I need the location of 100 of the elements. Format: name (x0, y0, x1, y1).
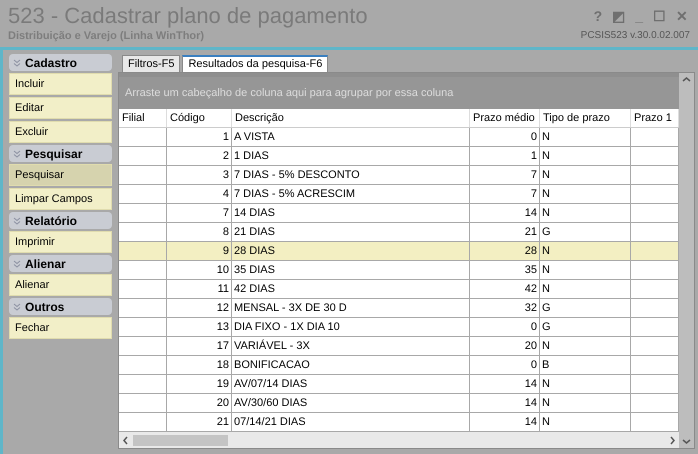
table-cell-text: 2 (222, 148, 229, 164)
table-cell-text: 8 (222, 224, 229, 240)
table-row[interactable]: 1 A VISTA 0 N (119, 128, 679, 147)
table-cell-text: 28 (524, 244, 537, 259)
sidebar-item[interactable]: Alienar (9, 274, 112, 296)
table-cell-text: 17 (216, 338, 229, 354)
tab[interactable]: Resultados da pesquisa-F6 (182, 55, 328, 72)
table-cell-text: N (542, 186, 550, 202)
table-cell-text: DIA FIXO - 1X DIA 10 (234, 320, 340, 335)
table-cell-text: 21 (216, 414, 229, 430)
table-cell-text: A VISTA (234, 130, 275, 145)
sidebar-group-title: Cadastro (25, 54, 78, 72)
scroll-right-icon[interactable] (669, 436, 676, 444)
table-cell-text: 28 DIAS (234, 244, 275, 259)
table-row[interactable]: 12 MENSAL - 3X DE 30 D 32 G (119, 299, 679, 318)
scroll-up-icon[interactable] (682, 76, 691, 83)
table-row[interactable]: 8 21 DIAS 21 G (119, 223, 679, 242)
sidebar-group-title: Outros (25, 298, 64, 316)
table-row[interactable]: 3 7 DIAS - 5% DESCONTO 7 N (119, 166, 679, 185)
tab[interactable]: Filtros-F5 (122, 55, 180, 72)
table-cell-text: 42 DIAS (234, 282, 275, 297)
table-cell-text: 14 (524, 376, 537, 392)
table-cell-text: 7 (530, 186, 537, 202)
table-row[interactable]: 4 7 DIAS - 5% ACRESCIM 7 N (119, 185, 679, 204)
table-row[interactable]: 18 BONIFICACAO 0 B (119, 356, 679, 375)
table-cell-text: 10 (216, 262, 229, 278)
horizontal-scrollbar[interactable] (119, 432, 679, 448)
table-cell-text: G (542, 320, 551, 335)
sidebar-group-header[interactable]: Outros (9, 298, 112, 315)
table-cell-text: AV/30/60 DIAS (234, 396, 308, 411)
table-cell-text: N (542, 168, 550, 183)
group-panel-hint: Arraste um cabeçalho de coluna aqui para agrupar por essa coluna (125, 86, 454, 101)
table-cell-text: 0 (530, 320, 537, 335)
table-cell-text: G (542, 224, 551, 240)
sidebar-item[interactable]: Limpar Campos (9, 188, 112, 210)
table-cell-text: 35 (524, 262, 537, 278)
scroll-left-icon[interactable] (122, 436, 129, 444)
vertical-scrollbar[interactable] (679, 73, 694, 448)
table-row[interactable]: 13 DIA FIXO - 1X DIA 10 0 G (119, 318, 679, 337)
table-cell-text: 7 (222, 206, 229, 221)
table-cell-text: 0 (530, 358, 537, 373)
column-header[interactable]: Prazo médio (470, 109, 540, 127)
table-cell-text: 20 (216, 396, 229, 411)
table-cell-text: 14 (524, 414, 537, 430)
column-header[interactable]: Descrição (232, 109, 470, 127)
table-cell-text: N (542, 262, 550, 278)
table-cell-text: G (542, 300, 551, 316)
table-cell-text: 1 (222, 130, 229, 145)
table-row[interactable]: 11 42 DIAS 42 N (119, 280, 679, 299)
sidebar-item[interactable]: Incluir (9, 73, 112, 95)
table-row[interactable]: 9 28 DIAS 28 N (119, 242, 679, 261)
sidebar-group-header[interactable]: Relatório (9, 212, 112, 229)
table-cell-text: N (542, 396, 550, 411)
table-cell-text: 21 DIAS (234, 224, 275, 240)
table-cell-text: 7 DIAS - 5% ACRESCIM (234, 186, 356, 202)
table-row[interactable]: 10 35 DIAS 35 N (119, 261, 679, 280)
scrollbar-thumb[interactable] (133, 434, 228, 446)
scroll-down-icon[interactable] (682, 438, 691, 445)
chevron-icon (13, 58, 21, 66)
table-row[interactable]: 19 AV/07/14 DIAS 14 N (119, 375, 679, 394)
sidebar-group-header[interactable]: Cadastro (9, 54, 112, 71)
sidebar-item[interactable]: Excluir (9, 121, 112, 143)
table-cell-text: VARIÁVEL - 3X (234, 338, 310, 354)
column-header[interactable]: Tipo de prazo (540, 109, 631, 127)
table-cell-text: MENSAL - 3X DE 30 D (234, 300, 347, 316)
chevron-icon (13, 260, 21, 268)
table-row[interactable]: 21 07/14/21 DIAS 14 N (119, 413, 679, 432)
table-row[interactable]: 7 14 DIAS 14 N (119, 204, 679, 223)
sidebar-item[interactable]: Imprimir (9, 231, 112, 253)
table-cell-text: AV/07/14 DIAS (234, 376, 308, 392)
sidebar-group-header[interactable]: Alienar (9, 255, 112, 272)
table-cell-text: 14 DIAS (234, 206, 275, 221)
sidebar-item[interactable]: Pesquisar (9, 164, 112, 186)
table-cell-text: N (542, 338, 550, 354)
sidebar-group-title: Alienar (25, 256, 66, 272)
table-cell-text: 14 (524, 206, 537, 221)
sidebar-item[interactable]: Editar (9, 97, 112, 119)
column-header[interactable]: Filial (119, 109, 167, 127)
table-cell-text: 3 (222, 168, 229, 183)
table-row[interactable]: 20 AV/30/60 DIAS 14 N (119, 394, 679, 413)
table-cell-text: 19 (216, 376, 229, 392)
column-header[interactable]: Código (167, 109, 232, 127)
table-cell-text: N (542, 148, 550, 164)
table-cell-text: 18 (216, 358, 229, 373)
table-cell-text: N (542, 130, 550, 145)
table-row[interactable]: 2 1 DIAS 1 N (119, 147, 679, 166)
table-cell-text: 21 (524, 224, 537, 240)
table-cell-text: 9 (222, 244, 229, 259)
table-cell-text: 14 (524, 396, 537, 411)
table-cell-text: 1 (530, 148, 537, 164)
table-row[interactable]: 17 VARIÁVEL - 3X 20 N (119, 337, 679, 356)
table-cell-text: 4 (222, 186, 229, 202)
sidebar-group-title: Relatório (25, 212, 78, 230)
chevron-icon (13, 302, 21, 310)
table-cell-text: N (542, 244, 550, 259)
sidebar-item[interactable]: Fechar (9, 317, 112, 339)
sidebar-group-header[interactable]: Pesquisar (9, 145, 112, 162)
sidebar-group-title: Pesquisar (25, 146, 82, 162)
table-cell-text: 13 (216, 320, 229, 335)
table-cell-text: 35 DIAS (234, 262, 275, 278)
